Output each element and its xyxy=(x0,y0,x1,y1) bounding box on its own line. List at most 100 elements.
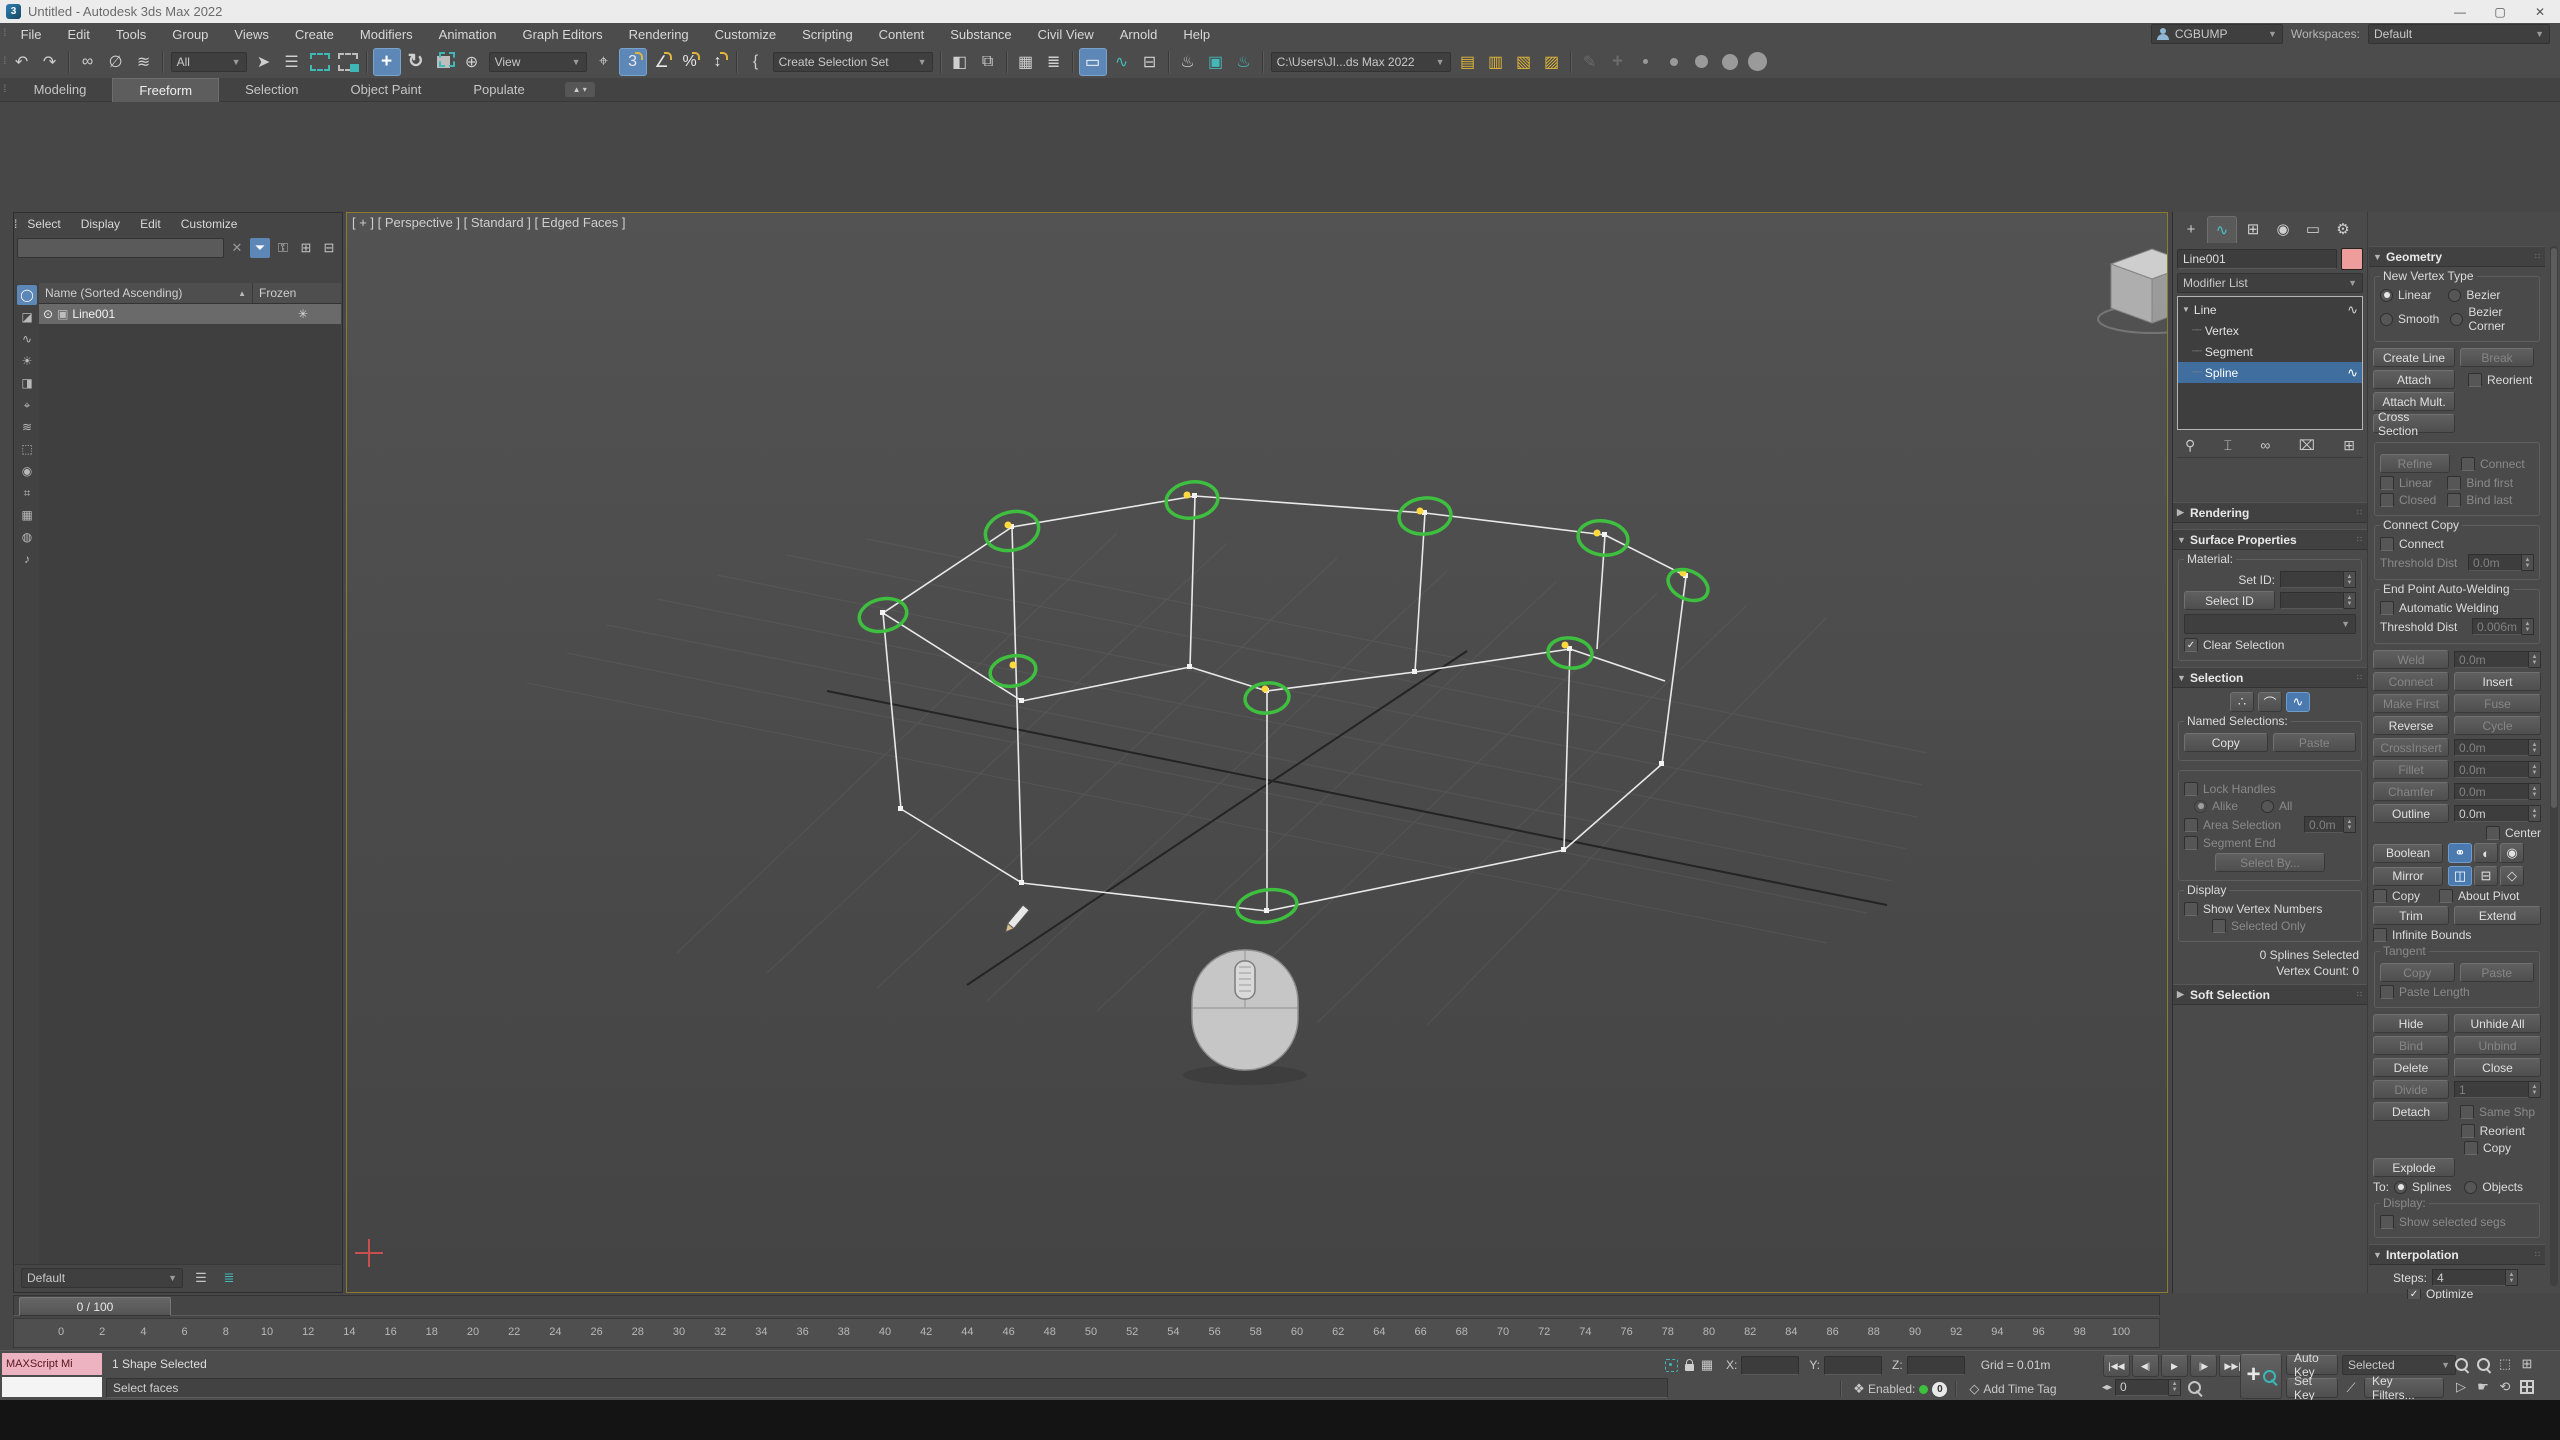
motion-tab[interactable]: ◉ xyxy=(2269,216,2297,242)
reorient-checkbox[interactable] xyxy=(2468,373,2482,387)
alike-radio[interactable] xyxy=(2194,800,2207,813)
rollout-geometry[interactable]: ▼ Geometry ∷ xyxy=(2369,246,2545,267)
key-selection-dropdown[interactable]: Selected▼ xyxy=(2342,1355,2456,1375)
previous-frame-button[interactable]: ◀| xyxy=(2132,1355,2159,1377)
remove-modifier-icon[interactable]: ⌧ xyxy=(2299,437,2315,454)
rollout-soft-selection[interactable]: ▶ Soft Selection ∷ xyxy=(2173,984,2367,1005)
notification-badge[interactable]: 0 xyxy=(1932,1382,1947,1397)
percent-snap-toggle[interactable]: % xyxy=(677,49,703,75)
perspective-viewport[interactable]: [ + ] [ Perspective ] [ Standard ] [ Edg… xyxy=(346,212,2168,1293)
dope-sheet-button[interactable]: ⊟ xyxy=(1137,49,1163,75)
select-by-name-button[interactable]: ☰ xyxy=(279,49,305,75)
select-object-button[interactable]: ➤ xyxy=(251,49,277,75)
display-shapes-icon[interactable]: ∿ xyxy=(17,329,37,349)
key-filters-button[interactable]: Key Filters... xyxy=(2364,1378,2444,1398)
connect-checkbox[interactable] xyxy=(2461,457,2475,471)
menu-edit[interactable]: Edit xyxy=(55,23,103,45)
frozen-column-header[interactable]: Frozen xyxy=(253,283,341,303)
angle-snap-toggle[interactable]: ∠ xyxy=(649,49,675,75)
zoom-extents-all-button[interactable]: ⊞ xyxy=(2518,1355,2536,1373)
fillet-spinner[interactable]: 0.0m▲▼ xyxy=(2454,761,2541,778)
edit-scene-script-button[interactable]: ▨ xyxy=(1539,49,1565,75)
menu-modifiers[interactable]: Modifiers xyxy=(347,23,426,45)
close-button[interactable]: ✕ xyxy=(2520,0,2560,23)
visibility-eye-icon[interactable]: ⊙ xyxy=(43,307,53,321)
brush-size-dot-3[interactable] xyxy=(1689,49,1715,75)
rollout-selection[interactable]: ▼ Selection ∷ xyxy=(2173,667,2367,688)
menu-civil-view[interactable]: Civil View xyxy=(1025,23,1107,45)
display-sounds-icon[interactable]: ♪ xyxy=(17,549,37,569)
vertex-subobject-icon[interactable]: ∴ xyxy=(2230,692,2254,712)
area-selection-spinner[interactable]: 0.0m▲▼ xyxy=(2304,816,2356,833)
menu-help[interactable]: Help xyxy=(1170,23,1223,45)
display-bones-icon[interactable]: ⌗ xyxy=(17,483,37,503)
divide-button[interactable]: Divide xyxy=(2373,1080,2449,1099)
ribbon-tab-populate[interactable]: Populate xyxy=(447,78,550,101)
ribbon-tab-object-paint[interactable]: Object Paint xyxy=(325,78,448,101)
render-production-button[interactable]: ♨ xyxy=(1231,49,1257,75)
zoom-all-button[interactable] xyxy=(2474,1355,2492,1373)
pan-view-button[interactable]: ☛ xyxy=(2474,1378,2492,1396)
optimize-checkbox[interactable] xyxy=(2407,1289,2421,1299)
align-button[interactable]: ⧉ xyxy=(975,49,1001,75)
explorer-menu-customize[interactable]: Customize xyxy=(171,213,248,235)
zoom-extents-button[interactable]: ⬚ xyxy=(2496,1355,2514,1373)
weld-button[interactable]: Weld xyxy=(2373,650,2449,669)
lock-explorer-icon[interactable]: ⚿ xyxy=(273,238,293,258)
attach-button[interactable]: Attach xyxy=(2373,370,2455,389)
key-mode-toggle[interactable] xyxy=(2185,1378,2203,1396)
menu-graph-editors[interactable]: Graph Editors xyxy=(509,23,615,45)
modifier-list-dropdown[interactable]: Modifier List ▼ xyxy=(2177,273,2363,293)
name-column-header[interactable]: Name (Sorted Ascending) ▲ xyxy=(39,283,253,303)
brush-size-dot-5[interactable] xyxy=(1745,49,1771,75)
area-selection-checkbox[interactable] xyxy=(2184,818,2198,832)
display-cameras-icon[interactable]: ◨ xyxy=(17,373,37,393)
bind-last-checkbox[interactable] xyxy=(2447,493,2461,507)
frame-nudge-icon[interactable]: ◂▸ xyxy=(2102,1382,2112,1393)
crossinsert-spinner[interactable]: 0.0m▲▼ xyxy=(2454,739,2541,756)
display-groups-icon[interactable]: ⬚ xyxy=(17,439,37,459)
rendered-frame-window-button[interactable]: ▣ xyxy=(1203,49,1229,75)
mirror-button[interactable]: ◧ xyxy=(947,49,973,75)
brush-size-dot-4[interactable] xyxy=(1717,49,1743,75)
connect-threshold-spinner[interactable]: 0.0m▲▼ xyxy=(2468,554,2534,571)
cross-section-button[interactable]: Cross Section xyxy=(2373,414,2455,433)
smooth-radio[interactable] xyxy=(2380,313,2393,326)
curve-editor-button[interactable]: ∿ xyxy=(1109,49,1135,75)
render-setup-button[interactable]: ♨ xyxy=(1175,49,1201,75)
close-button-panel[interactable]: Close xyxy=(2454,1058,2541,1077)
mirror-button-panel[interactable]: Mirror xyxy=(2373,867,2443,886)
break-button[interactable]: Break xyxy=(2460,348,2534,367)
select-and-link-button[interactable]: ∞ xyxy=(75,49,101,75)
brush-size-dot-2[interactable] xyxy=(1661,49,1687,75)
unhide-all-button[interactable]: Unhide All xyxy=(2454,1014,2541,1033)
selected-only-checkbox[interactable] xyxy=(2212,919,2226,933)
open-scene-script-button[interactable]: ▥ xyxy=(1483,49,1509,75)
outline-button[interactable]: Outline xyxy=(2373,804,2449,823)
toggle-ribbon-button[interactable]: ▭ xyxy=(1079,48,1107,76)
menu-group[interactable]: Group xyxy=(159,23,221,45)
auto-key-button[interactable]: Auto Key xyxy=(2286,1355,2338,1375)
layer-view-icon[interactable]: ≣ xyxy=(219,1268,239,1288)
brush-size-dot-1[interactable] xyxy=(1633,49,1659,75)
display-lights-icon[interactable]: ☀ xyxy=(17,351,37,371)
ribbon-tab-freeform[interactable]: Freeform xyxy=(112,78,219,102)
tangent-copy-button[interactable]: Copy xyxy=(2380,963,2455,982)
insert-button[interactable]: Insert xyxy=(2454,672,2541,691)
list-view-icon[interactable]: ☰ xyxy=(191,1268,211,1288)
trim-button[interactable]: Trim xyxy=(2373,906,2449,925)
same-shp-checkbox[interactable] xyxy=(2460,1105,2474,1119)
create-key-button[interactable]: + xyxy=(2240,1354,2282,1399)
attach-mult-button[interactable]: Attach Mult. xyxy=(2373,392,2455,411)
refine-button[interactable]: Refine xyxy=(2380,454,2450,473)
workspace-dropdown[interactable]: Default ▼ xyxy=(2368,24,2550,44)
add-time-tag-label[interactable]: Add Time Tag xyxy=(1983,1382,2056,1396)
ribbon-tab-modeling[interactable]: Modeling xyxy=(8,78,113,101)
automatic-welding-checkbox[interactable] xyxy=(2380,601,2394,615)
select-and-rotate-button[interactable]: ↻ xyxy=(403,49,429,75)
explode-button[interactable]: Explode xyxy=(2373,1158,2455,1177)
clear-search-icon[interactable]: ✕ xyxy=(227,238,247,258)
segment-subobject-icon[interactable]: ⌒ xyxy=(2258,692,2282,712)
make-unique-icon[interactable]: ∞ xyxy=(2260,437,2270,453)
spline-subobject-icon[interactable]: ∿ xyxy=(2286,692,2310,712)
